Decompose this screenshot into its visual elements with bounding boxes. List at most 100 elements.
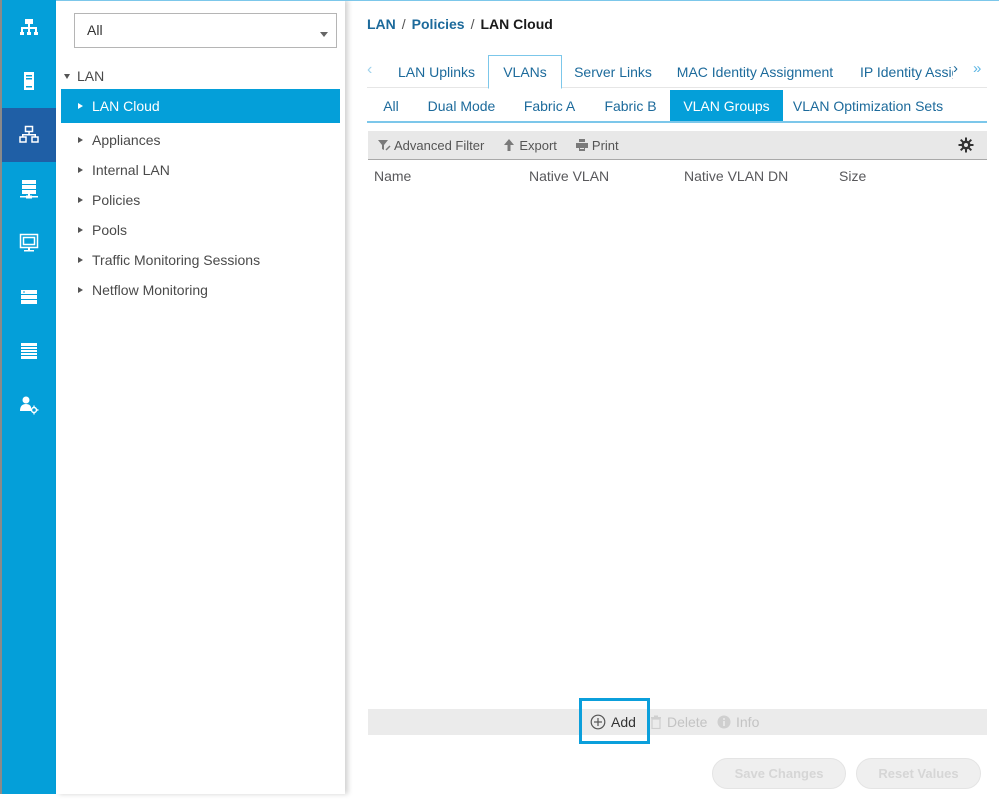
printer-icon [575,139,588,151]
arrow-up-icon [504,139,515,151]
tree-item-policies[interactable]: Policies [56,185,345,215]
breadcrumb-current: LAN Cloud [480,16,553,32]
tab-fabric-a[interactable]: Fabric A [508,90,591,121]
column-header-name[interactable]: Name [374,168,411,184]
info-label: Info [736,714,760,730]
tab-all[interactable]: All [367,90,415,121]
reset-values-button[interactable]: Reset Values [856,758,981,789]
print-label: Print [591,137,619,153]
san-icon [20,180,38,199]
column-header-size[interactable]: Size [839,168,866,184]
add-label: Add [611,714,636,730]
tab-label: VLAN Optimization Sets [792,97,944,114]
trash-icon [651,715,661,729]
secondary-tabs: All Dual Mode Fabric A Fabric B VLAN Gro… [367,90,987,123]
table-header: Name Native VLAN Native VLAN DN Size [368,161,987,191]
rail-storage[interactable] [2,270,56,324]
plus-circle-icon [590,714,606,730]
nav-filter-value: All [87,22,103,38]
tree-item-pools[interactable]: Pools [56,215,345,245]
tree-item-traffic-monitoring-sessions[interactable]: Traffic Monitoring Sessions [56,245,345,275]
tab-label: LAN Uplinks [397,63,476,80]
tree-node-label: LAN [77,68,105,84]
rail-lan[interactable] [2,108,56,162]
rail-vm[interactable] [2,216,56,270]
delete-button[interactable]: Delete [650,709,707,735]
tab-dual-mode[interactable]: Dual Mode [415,90,508,121]
rail-equipment[interactable] [2,0,56,54]
info-button[interactable]: Info [717,709,759,735]
save-changes-button[interactable]: Save Changes [712,758,846,789]
tab-label: Server Links [574,63,652,80]
scroll-left-icon[interactable]: ‹ [367,61,372,79]
chassis-icon [21,343,37,359]
tree-item-label: Netflow Monitoring [92,282,208,298]
breadcrumb-policies[interactable]: Policies [412,16,465,32]
tab-fabric-b[interactable]: Fabric B [591,90,670,121]
nav-tree: LAN LAN Cloud Appliances Internal LAN Po… [56,63,345,305]
table-toolbar: Advanced Filter Export Print [368,131,987,160]
tab-ip-identity-assignment[interactable]: IP Identity Assig [848,55,953,88]
tree-node-lan[interactable]: LAN [56,63,345,89]
tab-mac-identity-assignment[interactable]: MAC Identity Assignment [664,55,846,88]
icon-rail [0,0,56,794]
breadcrumb-lan[interactable]: LAN [367,16,396,32]
tab-label: IP Identity Assig [860,63,953,80]
tab-vlans[interactable]: VLANs [488,55,562,89]
tree-item-label: Traffic Monitoring Sessions [92,252,261,268]
lan-icon [19,125,39,143]
nav-filter-dropdown[interactable]: All [74,13,337,48]
export-label: Export [519,137,557,153]
advanced-filter-button[interactable]: Advanced Filter [377,138,484,153]
tree-item-label: Policies [92,192,141,208]
add-button[interactable]: Add [590,709,636,735]
servers-icon [24,72,34,90]
chevron-down-icon [320,32,328,37]
collapsed-arrow-icon[interactable] [78,103,83,109]
equipment-icon [20,19,38,35]
tree-item-internal-lan[interactable]: Internal LAN [56,155,345,185]
collapsed-arrow-icon[interactable] [78,227,83,233]
rail-chassis[interactable] [2,324,56,378]
tree-item-lan-cloud[interactable]: LAN Cloud [61,89,340,123]
breadcrumb: LAN / Policies / LAN Cloud [367,16,553,32]
tab-server-links[interactable]: Server Links [562,55,664,88]
tree-item-label: LAN Cloud [92,98,160,114]
collapsed-arrow-icon[interactable] [78,257,83,263]
rail-admin[interactable] [2,378,56,432]
more-tabs-icon[interactable]: » [973,60,981,77]
tab-vlan-optimization-sets[interactable]: VLAN Optimization Sets [783,90,953,121]
primary-tabs: ‹ LAN Uplinks VLANs Server Links MAC Ide… [367,55,987,89]
tree-item-appliances[interactable]: Appliances [56,125,345,155]
tab-label: Fabric A [523,97,576,114]
navigation-panel: All LAN LAN Cloud Appliances Internal LA… [56,0,345,794]
tree-item-netflow-monitoring[interactable]: Netflow Monitoring [56,275,345,305]
vm-icon [19,233,39,252]
tab-label: All [383,97,399,114]
collapsed-arrow-icon[interactable] [78,197,83,203]
column-header-native-vlan-dn[interactable]: Native VLAN DN [684,168,788,184]
content-area: LAN / Policies / LAN Cloud ‹ LAN Uplinks… [345,0,999,805]
admin-icon [20,396,39,415]
column-header-native-vlan[interactable]: Native VLAN [529,168,609,184]
tree-item-label: Internal LAN [92,162,170,178]
tab-label: MAC Identity Assignment [676,63,834,80]
export-button[interactable]: Export [502,138,557,153]
rail-servers[interactable] [2,54,56,108]
tab-vlan-groups[interactable]: VLAN Groups [670,90,783,121]
scroll-right-icon[interactable]: › [953,60,958,77]
gear-icon[interactable] [957,136,975,154]
tab-label: VLANs [503,64,547,80]
rail-san[interactable] [2,162,56,216]
collapsed-arrow-icon[interactable] [78,287,83,293]
tab-label: VLAN Groups [683,97,770,114]
tab-label: Fabric B [604,97,657,114]
tab-lan-uplinks[interactable]: LAN Uplinks [385,55,488,88]
tab-label: Dual Mode [427,97,496,114]
info-icon [717,715,731,729]
collapsed-arrow-icon[interactable] [78,137,83,143]
collapsed-arrow-icon[interactable] [78,167,83,173]
print-button[interactable]: Print [575,138,619,153]
advanced-filter-label: Advanced Filter [394,137,485,153]
breadcrumb-separator: / [401,16,406,32]
